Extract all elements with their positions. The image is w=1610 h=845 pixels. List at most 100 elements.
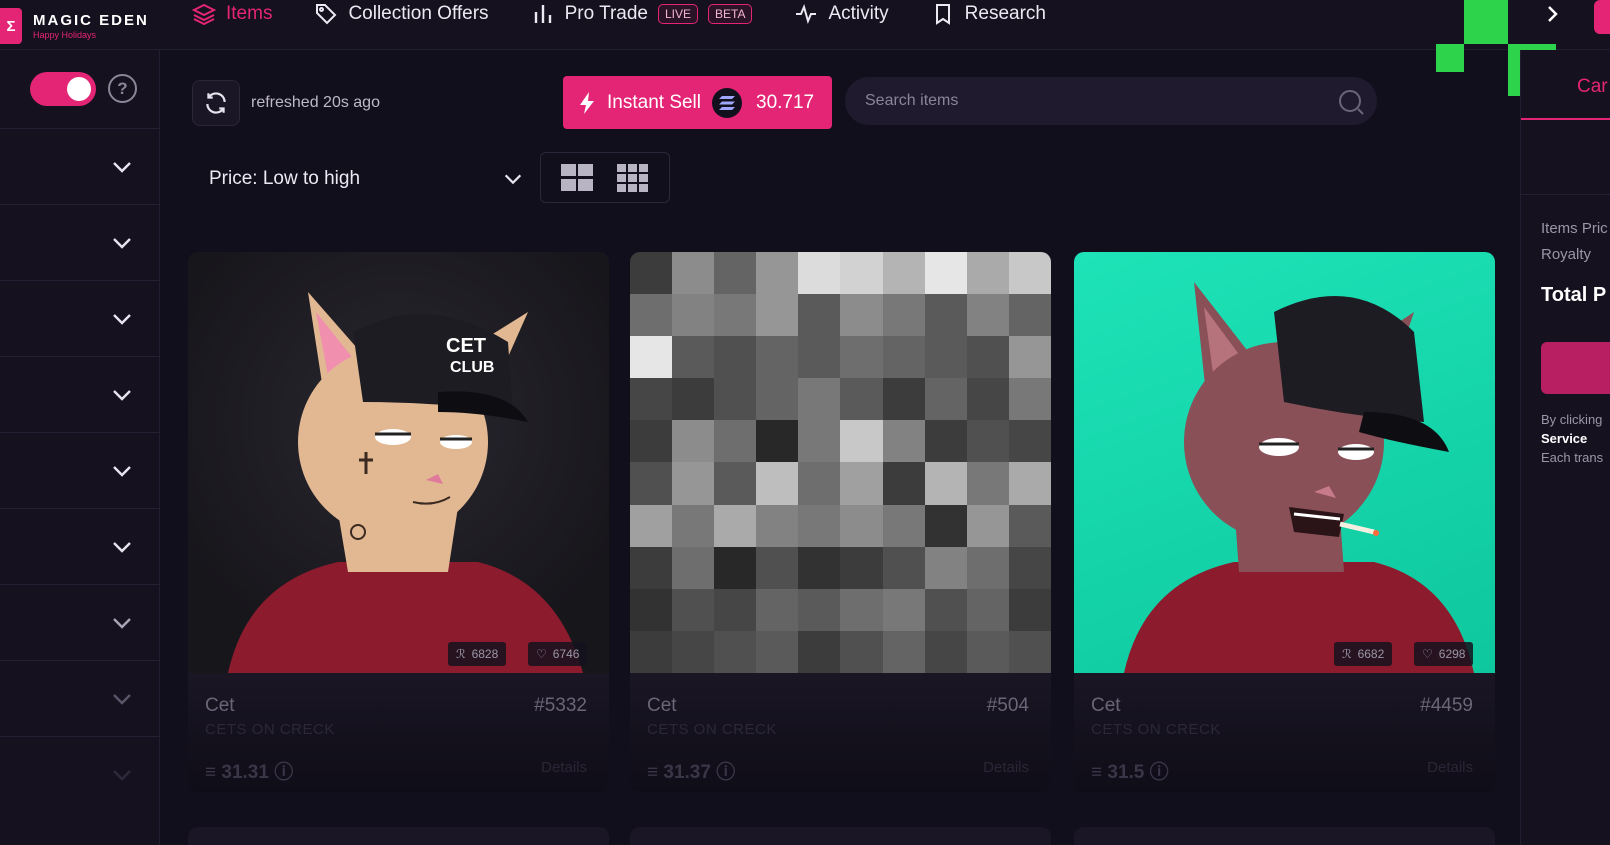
chevron-down-icon bbox=[113, 314, 131, 325]
nft-card[interactable]: ℛ 6682 ♡ 6298 Cet #4459 CETS ON CRECK ≡ 31… bbox=[1074, 252, 1495, 792]
filter-section[interactable] bbox=[0, 280, 159, 356]
cap-text: CLUB bbox=[450, 359, 494, 376]
mosaic-cell bbox=[630, 462, 673, 505]
help-icon[interactable]: ? bbox=[108, 74, 137, 103]
nft-card[interactable] bbox=[630, 827, 1051, 845]
live-badge: LIVE bbox=[658, 4, 699, 24]
card-number: #4459 bbox=[1420, 695, 1473, 716]
mosaic-cell bbox=[672, 588, 715, 631]
mosaic-cell bbox=[798, 252, 841, 295]
mosaic-cell bbox=[714, 378, 757, 421]
filter-toggle[interactable] bbox=[30, 72, 96, 106]
refresh-button[interactable] bbox=[192, 80, 240, 126]
tab-cart[interactable]: Car bbox=[1577, 76, 1608, 98]
refresh-status: refreshed 20s ago bbox=[251, 94, 380, 111]
nft-card[interactable] bbox=[188, 827, 609, 845]
chevron-down-icon bbox=[113, 466, 131, 477]
mosaic-cell bbox=[882, 294, 925, 337]
filter-section[interactable] bbox=[0, 128, 159, 204]
chevron-down-icon bbox=[113, 618, 131, 629]
nft-card[interactable]: Cet #504 CETS ON CRECK ≡ 31.37 ⓘ Details bbox=[630, 252, 1051, 792]
filter-section[interactable] bbox=[0, 584, 159, 660]
mosaic-cell bbox=[840, 504, 883, 547]
card-number: #504 bbox=[986, 695, 1029, 716]
mosaic-cell bbox=[966, 336, 1009, 379]
sort-dropdown[interactable]: Price: Low to high bbox=[192, 156, 532, 202]
mosaic-cell bbox=[882, 630, 925, 673]
cart-panel: Car Items Pric Royalty Total P By clicki… bbox=[1520, 50, 1610, 845]
bookmark-icon bbox=[935, 4, 950, 25]
mosaic-cell bbox=[882, 378, 925, 421]
mosaic-cell bbox=[630, 378, 673, 421]
mosaic-cell bbox=[966, 462, 1009, 505]
mosaic-cell bbox=[714, 336, 757, 379]
card-title: Cet bbox=[1091, 695, 1121, 716]
nft-card[interactable] bbox=[1074, 827, 1495, 845]
details-link[interactable]: Details bbox=[983, 759, 1029, 776]
sort-label: Price: Low to high bbox=[209, 168, 361, 189]
mosaic-cell bbox=[882, 546, 925, 589]
mosaic-cell bbox=[672, 546, 715, 589]
nft-image: CET CLUB ℛ 6828 ♡ 6746 bbox=[188, 252, 609, 673]
filter-section[interactable] bbox=[0, 204, 159, 280]
chevron-down-icon bbox=[113, 542, 131, 553]
details-link[interactable]: Details bbox=[1427, 759, 1473, 776]
card-price: ≡ 31.31 ⓘ bbox=[205, 762, 294, 783]
mosaic-cell bbox=[882, 420, 925, 463]
wallet-button-edge[interactable] bbox=[1594, 0, 1610, 34]
mosaic-cell bbox=[1008, 378, 1051, 421]
mosaic-cell bbox=[798, 336, 841, 379]
nft-card[interactable]: CET CLUB ℛ 6828 ♡ 6746 Cet #5332 CETS ON C… bbox=[188, 252, 609, 792]
chevron-down-icon bbox=[113, 238, 131, 249]
tab-items[interactable]: Items bbox=[192, 2, 272, 26]
search-input[interactable] bbox=[865, 92, 1335, 110]
mosaic-cell bbox=[1008, 420, 1051, 463]
terms-link[interactable]: Service bbox=[1541, 431, 1587, 446]
activity-icon bbox=[796, 4, 817, 24]
grid-small-icon[interactable] bbox=[616, 163, 650, 193]
chevron-down-icon bbox=[113, 162, 131, 173]
logo[interactable]: Σ MAGIC EDEN Happy Holidays bbox=[0, 8, 149, 44]
mosaic-cell bbox=[798, 588, 841, 631]
filter-section[interactable] bbox=[0, 508, 159, 584]
tab-research[interactable]: Research bbox=[931, 2, 1046, 26]
tab-collection-offers-label: Collection Offers bbox=[348, 3, 489, 24]
mosaic-cell bbox=[840, 588, 883, 631]
mosaic-cell bbox=[630, 630, 673, 673]
filter-section[interactable] bbox=[0, 356, 159, 432]
filter-section[interactable] bbox=[0, 432, 159, 508]
mosaic-cell bbox=[924, 336, 967, 379]
card-price: ≡ 31.37 ⓘ bbox=[647, 762, 736, 783]
mosaic-cell bbox=[966, 252, 1009, 295]
mosaic-cell bbox=[672, 294, 715, 337]
mosaic-cell bbox=[924, 630, 967, 673]
mosaic-cell bbox=[672, 252, 715, 295]
terms-text: By clicking bbox=[1541, 412, 1603, 427]
total-label: Total P bbox=[1541, 284, 1607, 306]
filter-section[interactable] bbox=[0, 660, 159, 736]
heart-icon: ♡ bbox=[536, 647, 547, 661]
tab-pro-trade[interactable]: Pro Trade LIVE BETA bbox=[531, 2, 753, 26]
nav-tabs: Items Collection Offers Pro Trade LIVE B… bbox=[192, 0, 1088, 28]
mosaic-cell bbox=[672, 336, 715, 379]
chevron-down-icon bbox=[113, 694, 131, 705]
mosaic-cell bbox=[798, 420, 841, 463]
tab-collection-offers[interactable]: Collection Offers bbox=[314, 2, 489, 26]
details-link[interactable]: Details bbox=[541, 759, 587, 776]
checkout-button[interactable] bbox=[1541, 342, 1610, 394]
instant-sell-button[interactable]: Instant Sell 30.717 bbox=[563, 76, 832, 129]
beta-badge: BETA bbox=[708, 4, 753, 24]
cat-illustration bbox=[1124, 282, 1474, 673]
nft-image: ℛ 6682 ♡ 6298 bbox=[1074, 252, 1495, 673]
cat-illustration: CET CLUB bbox=[228, 292, 583, 673]
mosaic-cell bbox=[1008, 294, 1051, 337]
mosaic-cell bbox=[1008, 504, 1051, 547]
mosaic-cell bbox=[966, 630, 1009, 673]
mosaic-cell bbox=[840, 294, 883, 337]
filter-section[interactable] bbox=[0, 736, 159, 812]
heart-icon: ♡ bbox=[1422, 647, 1433, 661]
grid-large-icon[interactable] bbox=[560, 163, 594, 193]
mosaic-cell bbox=[840, 378, 883, 421]
search-icon[interactable] bbox=[1337, 88, 1365, 116]
tab-activity[interactable]: Activity bbox=[794, 2, 889, 26]
